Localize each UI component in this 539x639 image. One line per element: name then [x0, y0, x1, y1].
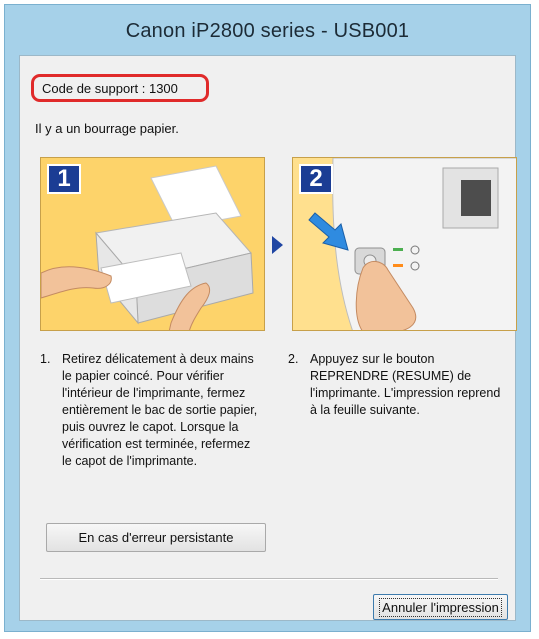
step-1-number: 1. [40, 352, 51, 366]
dialog-content: Code de support : 1300 Il y a un bourrag… [19, 55, 517, 621]
dialog-window: Canon iP2800 series - USB001 Code de sup… [4, 4, 531, 632]
error-message: Il y a un bourrage papier. [35, 121, 179, 136]
step-2-badge: 2 [299, 164, 333, 194]
window-title: Canon iP2800 series - USB001 [125, 19, 410, 42]
step-2-text: Appuyez sur le bouton REPRENDRE (RESUME)… [310, 352, 501, 417]
step-2-instructions: 2. Appuyez sur le bouton REPRENDRE (RESU… [288, 351, 503, 419]
step-1-illustration: 1 [40, 157, 265, 331]
arrow-right-icon [272, 236, 283, 254]
step-1-text: Retirez délicatement à deux mains le pap… [62, 352, 258, 468]
step-1-badge: 1 [47, 164, 81, 194]
step-2-number: 2. [288, 352, 299, 366]
step-1-instructions: 1. Retirez délicatement à deux mains le … [40, 351, 262, 470]
cancel-printing-label: Annuler l'impression [379, 597, 502, 617]
title-bar[interactable]: Canon iP2800 series - USB001 [5, 5, 530, 57]
support-code-label: Code de support : 1300 [31, 74, 209, 102]
step-2-illustration: 2 [292, 157, 517, 331]
persistent-error-button[interactable]: En cas d'erreur persistante [46, 523, 266, 552]
divider [40, 578, 498, 580]
cancel-printing-button[interactable]: Annuler l'impression [373, 594, 508, 620]
